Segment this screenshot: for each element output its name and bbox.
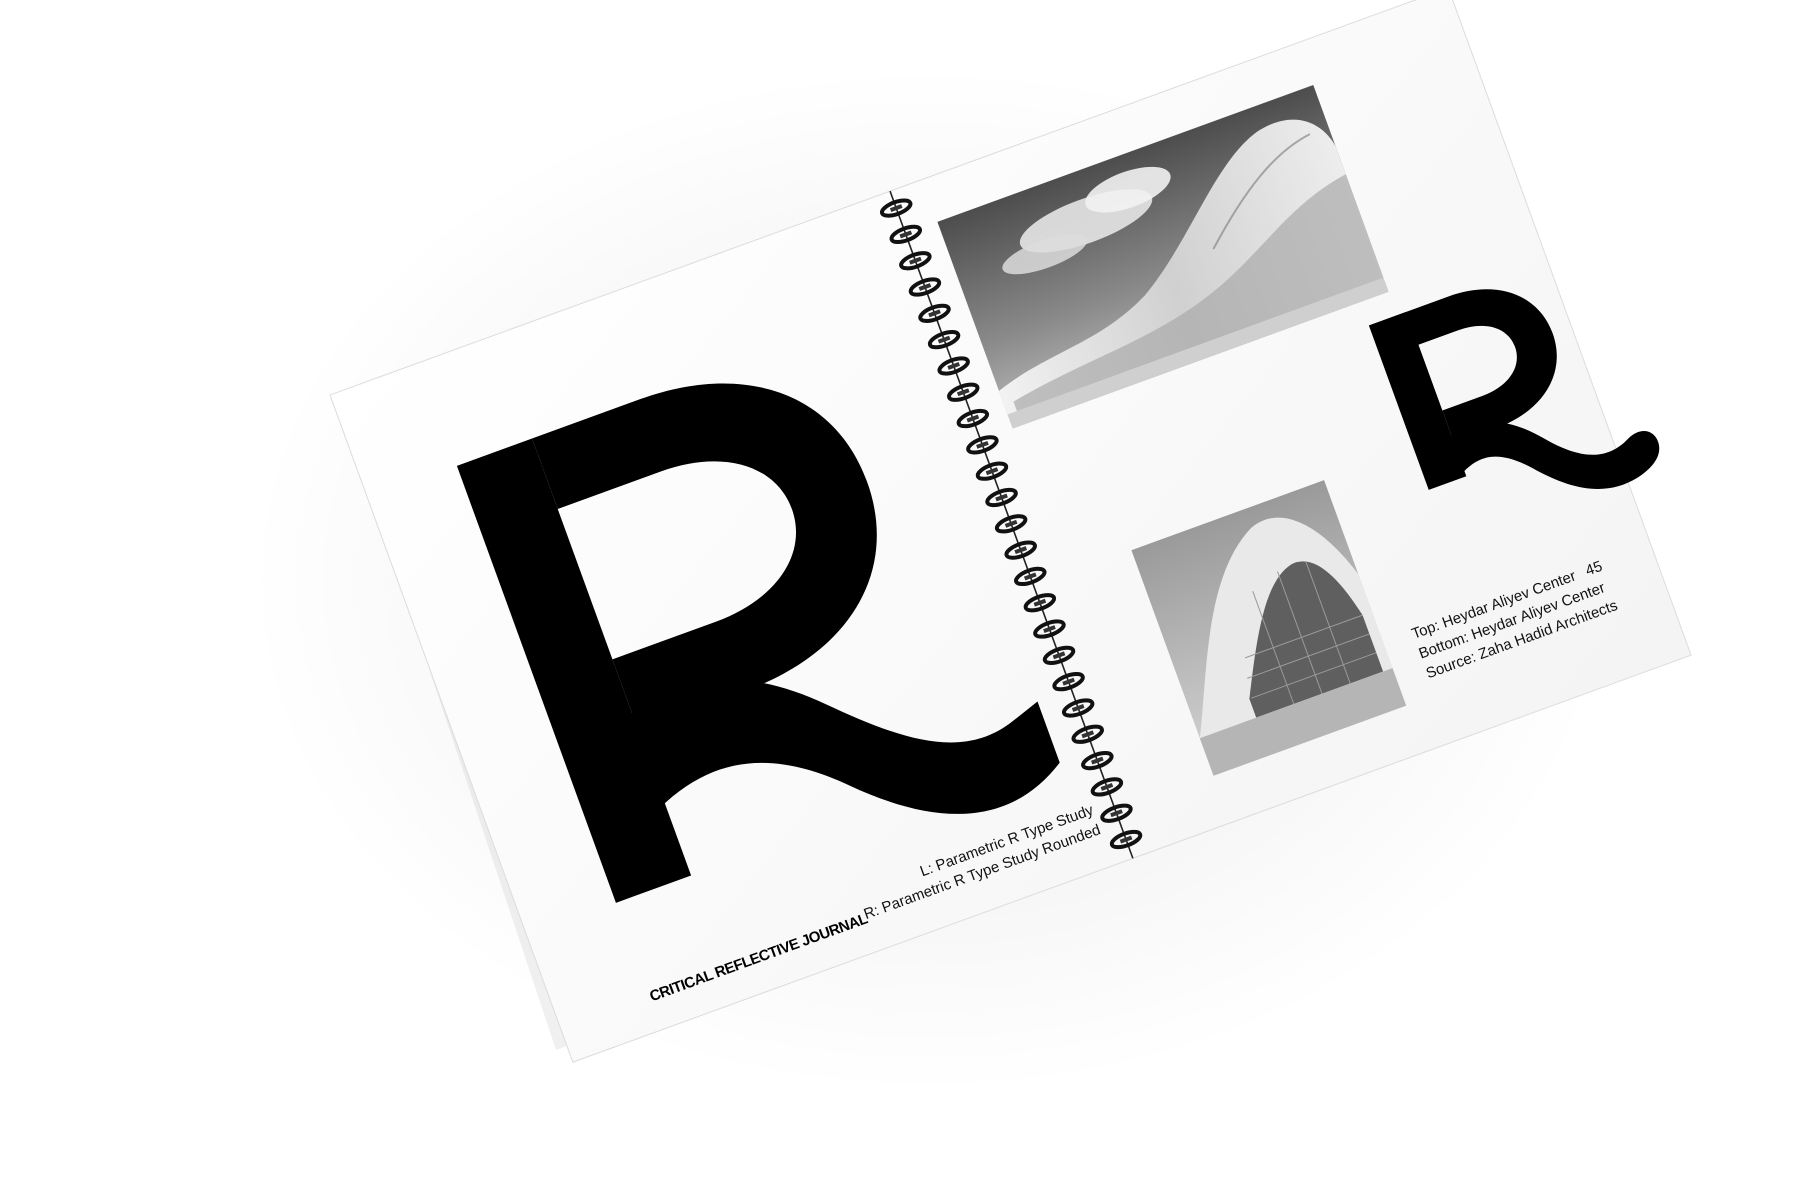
open-journal: L: Parametric R Type Study R: Parametric…: [329, 0, 1692, 1063]
photo-scene: L: Parametric R Type Study R: Parametric…: [0, 0, 1800, 1200]
